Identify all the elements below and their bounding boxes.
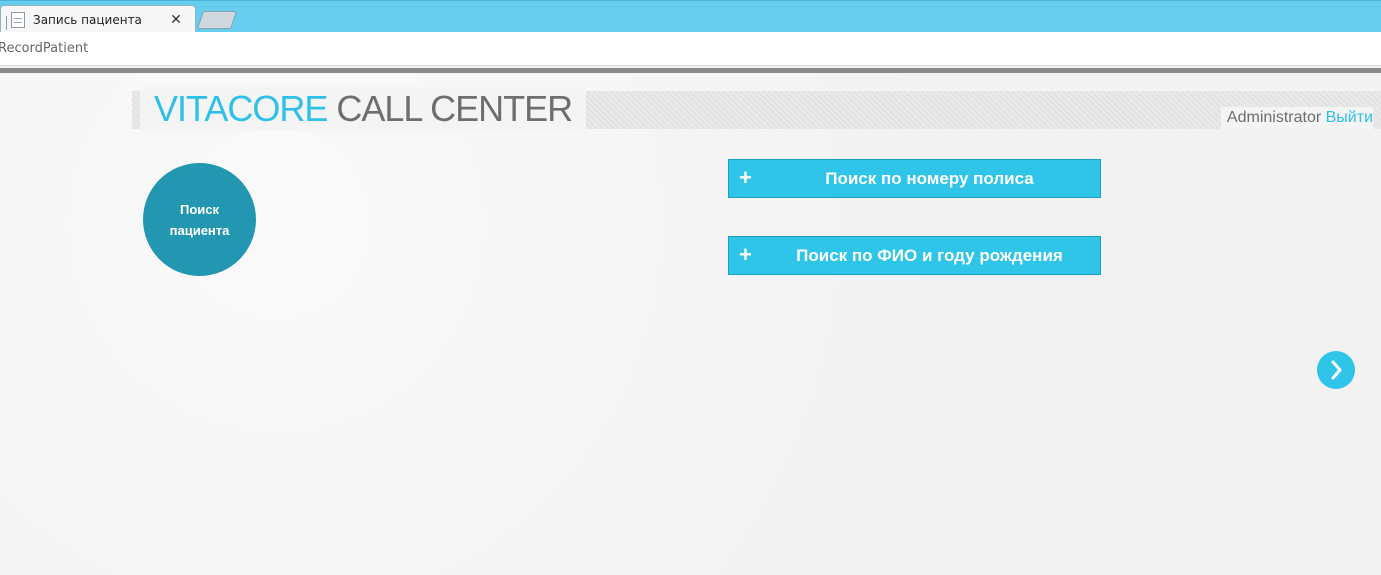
- address-text: RecordPatient: [0, 41, 89, 56]
- page-content: VITACORE CALL CENTER Administrator Выйти…: [0, 73, 1381, 575]
- step-circle-line2: пациента: [169, 222, 230, 238]
- app-logo: VITACORE CALL CENTER: [140, 87, 587, 131]
- search-by-fio-button[interactable]: + Поиск по ФИО и году рождения: [728, 236, 1101, 275]
- step-circle-label: Поиск пациента: [160, 199, 240, 241]
- step-circle-patient-search: Поиск пациента: [143, 163, 256, 276]
- logo-text: CALL CENTER: [336, 88, 573, 129]
- search-by-policy-button[interactable]: + Поиск по номеру полиса: [728, 159, 1101, 198]
- logo-brand: VITACORE: [154, 88, 328, 129]
- step-circle-line1: Поиск: [179, 201, 219, 217]
- chevron-right-icon: [1331, 360, 1342, 380]
- page-icon: [11, 12, 25, 28]
- browser-tabstrip: Запись пациента ✕: [0, 0, 1381, 33]
- plus-icon: +: [739, 165, 752, 190]
- search-by-fio-label: Поиск по ФИО и году рождения: [796, 246, 1063, 265]
- plus-icon: +: [739, 242, 752, 267]
- next-button[interactable]: [1317, 351, 1355, 389]
- logout-link[interactable]: Выйти: [1326, 109, 1373, 126]
- tab-close-icon[interactable]: ✕: [167, 10, 185, 28]
- new-tab-button[interactable]: [197, 11, 237, 29]
- search-by-policy-label: Поиск по номеру полиса: [825, 169, 1034, 188]
- browser-tab-active[interactable]: Запись пациента ✕: [0, 5, 196, 33]
- tab-edge: [1, 16, 7, 30]
- tab-title: Запись пациента: [33, 13, 142, 27]
- user-name: Administrator: [1226, 109, 1322, 126]
- address-bar[interactable]: RecordPatient: [0, 32, 1381, 66]
- user-area: Administrator Выйти: [1220, 107, 1373, 129]
